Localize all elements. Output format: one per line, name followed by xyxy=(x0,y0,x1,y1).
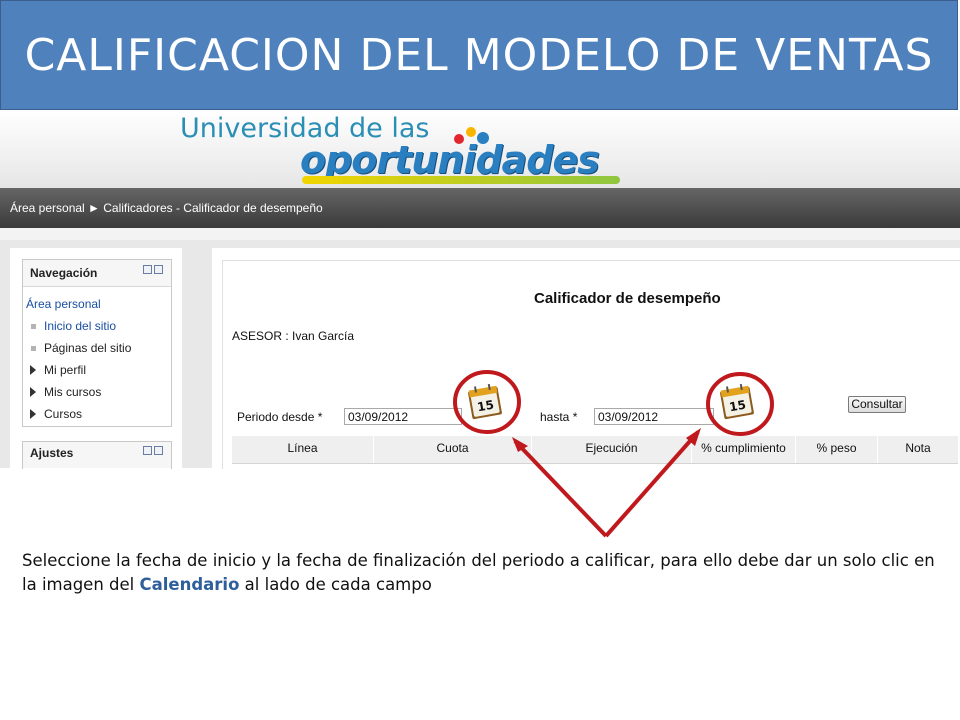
page-heading: Calificador de desempeño xyxy=(534,290,721,307)
nav-item-label: Páginas del sitio xyxy=(44,341,132,355)
from-date-label: Periodo desde * xyxy=(237,410,323,424)
navigation-block: Navegación Área personal Inicio del siti… xyxy=(22,259,172,427)
settings-block: Ajustes xyxy=(22,441,172,469)
calendar-icon[interactable]: 15 xyxy=(718,382,756,420)
expand-triangle-icon xyxy=(30,387,36,397)
dock-icon[interactable] xyxy=(154,265,163,274)
column-header-nota[interactable]: Nota xyxy=(878,436,958,463)
settings-block-header: Ajustes xyxy=(23,442,171,468)
slide-title: CALIFICACION DEL MODELO DE VENTAS xyxy=(24,29,934,81)
square-bullet-icon xyxy=(31,346,36,351)
breadcrumb: Área personal ► Calificadores - Califica… xyxy=(0,188,960,228)
square-bullet-icon xyxy=(31,324,36,329)
slide-title-bar: CALIFICACION DEL MODELO DE VENTAS xyxy=(0,0,958,110)
calendar-icon[interactable]: 15 xyxy=(466,382,504,420)
from-date-input[interactable]: 03/09/2012 xyxy=(344,408,462,425)
nav-item-label: Mi perfil xyxy=(44,363,87,377)
nav-item-label: Cursos xyxy=(44,407,83,421)
logo-swoosh xyxy=(302,176,620,184)
nav-item-area-personal[interactable]: Área personal xyxy=(23,293,171,315)
instruction-text: Seleccione la fecha de inicio y la fecha… xyxy=(22,549,942,597)
nav-item-label: Inicio del sitio xyxy=(44,319,117,333)
calendar-day-number: 15 xyxy=(728,398,747,415)
nav-item-inicio-del-sitio[interactable]: Inicio del sitio xyxy=(23,315,171,337)
to-date-label: hasta * xyxy=(540,410,578,424)
expand-triangle-icon xyxy=(30,409,36,419)
calendar-day-number: 15 xyxy=(476,398,495,415)
instruction-highlight: Calendario xyxy=(139,575,240,594)
instruction-text-after: al lado de cada campo xyxy=(239,575,432,594)
column-header-cumplimiento[interactable]: % cumplimiento xyxy=(692,436,796,463)
column-header-ejecucion[interactable]: Ejecución xyxy=(532,436,692,463)
nav-item-paginas-del-sitio[interactable]: Páginas del sitio xyxy=(23,337,171,359)
nav-item-label: Mis cursos xyxy=(44,385,102,399)
collapse-icon[interactable] xyxy=(143,265,152,274)
settings-block-title: Ajustes xyxy=(30,446,74,460)
navigation-block-title: Navegación xyxy=(30,266,98,280)
asesor-label: ASESOR : Ivan García xyxy=(232,329,355,343)
navigation-list: Área personal Inicio del sitio Páginas d… xyxy=(23,287,171,429)
to-date-input[interactable]: 03/09/2012 xyxy=(594,408,714,425)
nav-item-mis-cursos[interactable]: Mis cursos xyxy=(23,381,171,403)
dock-icon[interactable] xyxy=(154,446,163,455)
consultar-button[interactable]: Consultar xyxy=(848,396,906,413)
breadcrumb-text[interactable]: Área personal ► Calificadores - Califica… xyxy=(10,201,323,215)
column-header-linea[interactable]: Línea xyxy=(232,436,374,463)
page-spacer xyxy=(0,228,960,240)
block-controls xyxy=(143,446,163,455)
navigation-block-header: Navegación xyxy=(23,260,171,287)
results-table-header: Línea Cuota Ejecución % cumplimiento % p… xyxy=(232,436,958,464)
nav-item-mi-perfil[interactable]: Mi perfil xyxy=(23,359,171,381)
column-header-peso[interactable]: % peso xyxy=(796,436,878,463)
block-controls xyxy=(143,265,163,274)
collapse-icon[interactable] xyxy=(143,446,152,455)
expand-triangle-icon xyxy=(30,365,36,375)
column-header-cuota[interactable]: Cuota xyxy=(374,436,532,463)
nav-item-cursos[interactable]: Cursos xyxy=(23,403,171,425)
